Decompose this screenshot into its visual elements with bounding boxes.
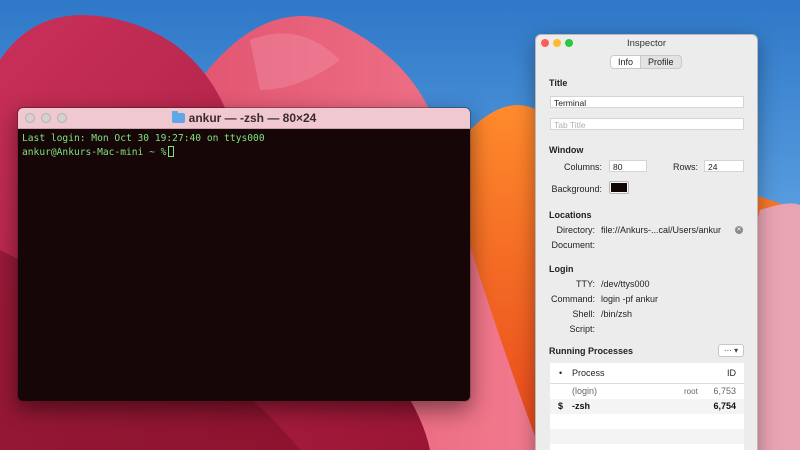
section-running-processes: Running Processes — [549, 346, 634, 356]
row-process: (login) — [572, 386, 598, 396]
terminal-title-text: ankur — -zsh — 80×24 — [188, 111, 317, 125]
process-column-header[interactable]: Process — [572, 368, 605, 378]
script-label: Script: — [569, 324, 595, 334]
background-color-well[interactable] — [609, 181, 629, 194]
prompt-text: ankur@Ankurs-Mac-mini ~ % — [22, 146, 167, 158]
process-table: • Process ID (login) root 6,753 $ -zsh 6… — [550, 363, 744, 450]
folder-icon — [171, 111, 185, 123]
tab-info[interactable]: Info — [611, 56, 642, 68]
directory-label: Directory: — [556, 225, 595, 235]
title-input[interactable]: Terminal — [550, 96, 744, 108]
command-value: login -pf ankur — [601, 294, 659, 304]
table-row[interactable]: (login) root 6,753 — [550, 384, 744, 399]
section-title: Title — [549, 78, 568, 88]
table-row-empty — [550, 429, 744, 444]
inspector-titlebar[interactable]: Inspector — [536, 35, 757, 51]
terminal-line-prompt: ankur@Ankurs-Mac-mini ~ % — [22, 145, 466, 160]
terminal-line-login: Last login: Mon Oct 30 19:27:40 on ttys0… — [22, 133, 265, 144]
rows-input[interactable]: 24 — [704, 160, 744, 172]
tab-title-input[interactable]: Tab Title — [550, 118, 744, 130]
cursor — [168, 145, 175, 157]
terminal-window[interactable]: ankur — -zsh — 80×24 Last login: Mon Oct… — [17, 107, 471, 402]
section-window: Window — [549, 145, 584, 155]
process-action-button[interactable]: ⋯ ▾ — [718, 344, 744, 357]
row-process: -zsh — [572, 401, 590, 411]
inspector-tabs: Info Profile — [610, 55, 682, 69]
chevron-down-icon: ▾ — [731, 346, 739, 355]
directory-value: file://Ankurs-...cal/Users/ankur — [601, 225, 722, 235]
tab-profile[interactable]: Profile — [641, 56, 681, 68]
section-locations: Locations — [549, 210, 592, 220]
row-id: 6,754 — [713, 401, 736, 411]
columns-input[interactable]: 80 — [609, 160, 647, 172]
section-login: Login — [549, 264, 574, 274]
table-row[interactable]: $ -zsh 6,754 — [550, 399, 744, 414]
id-column-header[interactable]: ID — [727, 368, 736, 378]
marker-column-header[interactable]: • — [559, 368, 562, 378]
tty-value: /dev/ttys000 — [601, 279, 650, 289]
shell-label: Shell: — [572, 309, 595, 319]
document-label: Document: — [551, 240, 595, 250]
row-user: root — [684, 387, 698, 396]
table-row-empty — [550, 414, 744, 429]
background-color-swatch — [611, 183, 627, 192]
ellipsis-icon: ⋯ — [723, 346, 732, 355]
terminal-titlebar[interactable]: ankur — -zsh — 80×24 — [18, 108, 470, 129]
inspector-title: Inspector — [626, 38, 667, 49]
command-label: Command: — [550, 294, 595, 304]
process-table-header: • Process ID — [550, 363, 744, 384]
terminal-content[interactable]: Last login: Mon Oct 30 19:27:40 on ttys0… — [18, 129, 470, 401]
row-marker: $ — [558, 401, 564, 411]
inspector-window[interactable]: Inspector Info Profile Title Terminal Ta… — [535, 34, 758, 450]
rows-label: Rows: — [672, 162, 698, 172]
row-id: 6,753 — [713, 386, 736, 396]
columns-label: Columns: — [563, 162, 602, 172]
tty-label: TTY: — [575, 279, 595, 289]
shell-value: /bin/zsh — [601, 309, 633, 319]
background-label: Background: — [551, 184, 602, 194]
terminal-title: ankur — -zsh — 80×24 — [18, 111, 470, 125]
clear-icon[interactable]: ✕ — [735, 226, 743, 234]
